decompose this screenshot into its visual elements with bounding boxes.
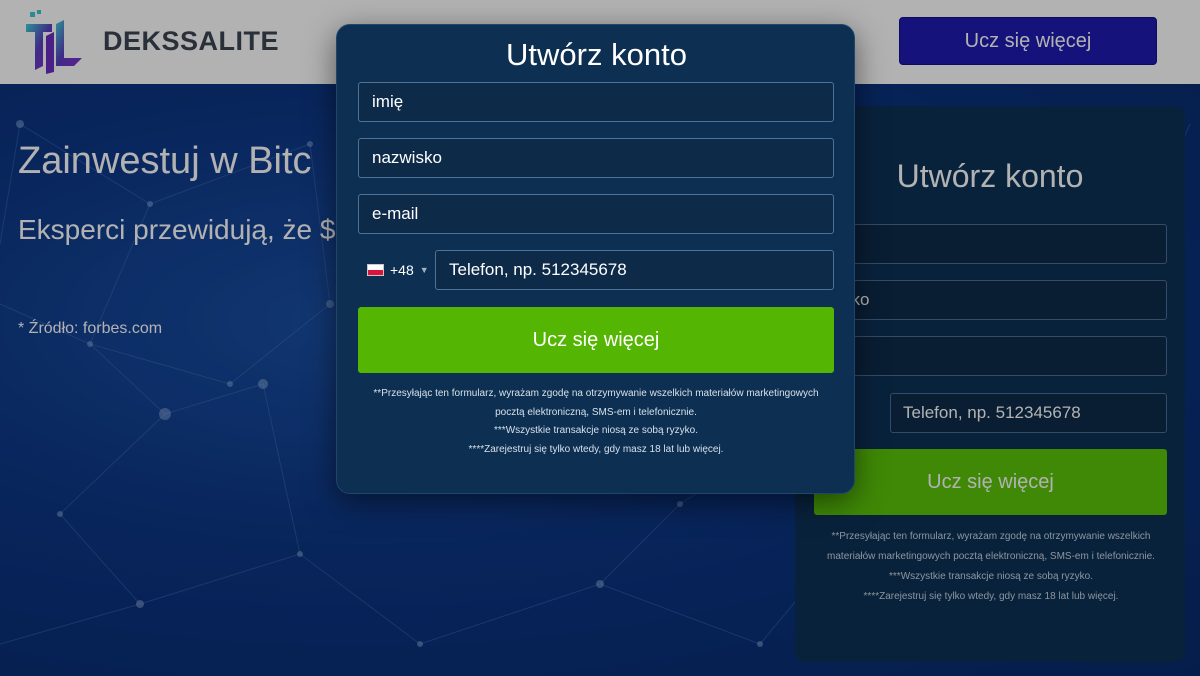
disclaimer-line: ***Wszystkie transakcje niosą ze sobą ry…	[494, 425, 698, 436]
submit-button[interactable]: Ucz się więcej	[358, 307, 834, 373]
modal-title: Utwórz konto	[506, 37, 687, 72]
last-name-field[interactable]: nazwisko	[358, 138, 834, 178]
chevron-down-icon: ▼	[419, 265, 429, 275]
disclaimer-line: pocztą elektroniczną, SMS-em i telefonic…	[495, 406, 697, 418]
email-field[interactable]: e-mail	[358, 194, 834, 234]
first-name-field[interactable]: imię	[358, 82, 834, 122]
poland-flag-icon	[367, 264, 384, 276]
phone-code-label: +48	[390, 262, 414, 278]
disclaimer-line: ****Zarejestruj się tylko wtedy, gdy mas…	[468, 443, 724, 455]
phone-code-select[interactable]: +48 ▼	[358, 250, 435, 290]
disclaimer-line: **Przesyłając ten formularz, wyrażam zgo…	[373, 388, 819, 399]
phone-row: +48 ▼ Telefon, np. 512345678	[358, 250, 834, 290]
phone-field[interactable]: Telefon, np. 512345678	[435, 250, 834, 290]
signup-modal: Utwórz konto imię nazwisko e-mail +48 ▼ …	[336, 24, 855, 494]
modal-disclaimer: **Przesyłając ten formularz, wyrażam zgo…	[358, 385, 834, 459]
